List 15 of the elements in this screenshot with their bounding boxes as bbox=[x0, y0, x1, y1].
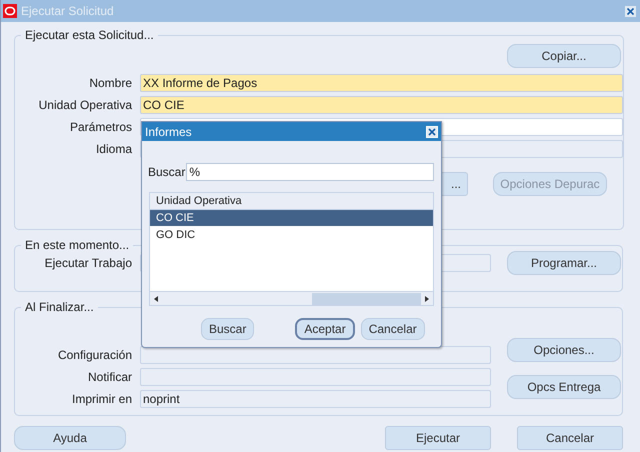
column-header: Unidad Operativa bbox=[150, 193, 433, 210]
group-legend: Ejecutar esta Solicitud... bbox=[21, 28, 158, 42]
field-label: Unidad Operativa bbox=[38, 98, 133, 112]
field-label: Imprimir en bbox=[70, 392, 133, 406]
group-legend: Al Finalizar... bbox=[21, 300, 98, 314]
field-label: Configuración bbox=[56, 348, 133, 362]
search-label: Buscar bbox=[148, 165, 186, 179]
dialog-title: Informes bbox=[145, 124, 192, 138]
window-title: Ejecutar Solicitud bbox=[21, 4, 115, 18]
field-label: Nombre bbox=[88, 76, 133, 90]
field-label: Idioma bbox=[94, 142, 133, 156]
field-label: Ejecutar Trabajo bbox=[44, 256, 133, 270]
group-legend: En este momento... bbox=[21, 238, 134, 252]
field-label: Notificar bbox=[86, 370, 133, 384]
field-label: Parámetros bbox=[68, 120, 133, 134]
